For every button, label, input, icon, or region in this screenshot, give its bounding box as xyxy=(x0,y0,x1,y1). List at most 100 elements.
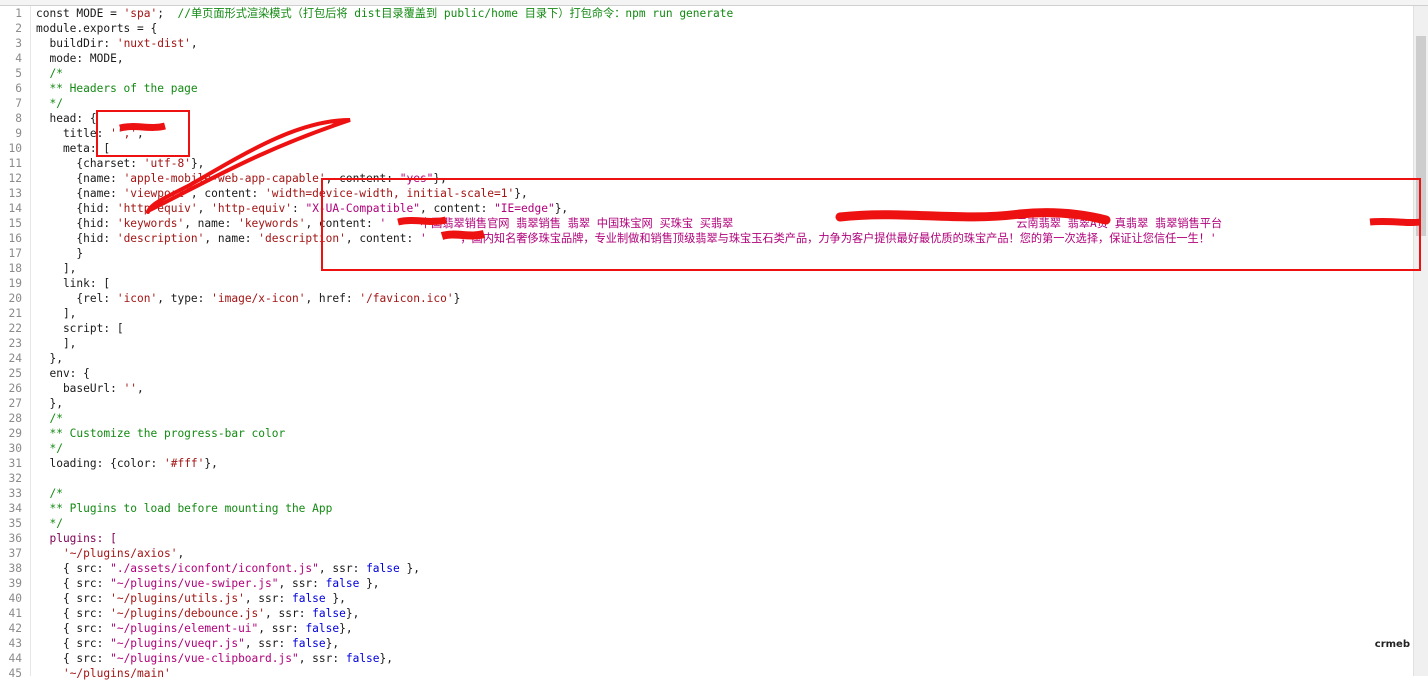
code-line[interactable]: 2 module.exports = { xyxy=(0,21,1428,36)
code-line[interactable]: 22 script: [ xyxy=(0,321,1428,336)
line-text: { src: "./assets/iconfont/iconfont.js", … xyxy=(36,561,420,576)
code-token: }, xyxy=(190,157,205,170)
code-token: link: [ xyxy=(36,277,111,290)
code-line[interactable]: 26 baseUrl: '', xyxy=(0,381,1428,396)
line-number: 27 xyxy=(8,397,22,410)
code-line[interactable]: 1 const MODE = 'spa'; //单页面形式渲染模式（打包后将 di… xyxy=(0,6,1428,21)
code-line[interactable]: 7 */ xyxy=(0,96,1428,111)
code-token: ], xyxy=(36,337,77,350)
code-line[interactable]: 21 ], xyxy=(0,306,1428,321)
code-line[interactable]: 10 meta: [ xyxy=(0,141,1428,156)
line-number: 41 xyxy=(8,607,22,620)
code-token: false xyxy=(305,622,340,635)
code-line[interactable]: 44 { src: "~/plugins/vue-clipboard.js", … xyxy=(0,651,1428,666)
code-token: "~/plugins/vueqr.js" xyxy=(110,637,245,650)
line-number: 17 xyxy=(8,247,22,260)
code-token: }, xyxy=(36,352,63,365)
code-token: '' xyxy=(123,382,138,395)
line-number: 32 xyxy=(8,472,22,485)
code-line[interactable]: 24 }, xyxy=(0,351,1428,366)
code-line[interactable]: 6 ** Headers of the page xyxy=(0,81,1428,96)
code-token: "~/plugins/vue-swiper.js" xyxy=(110,577,279,590)
code-token: */ xyxy=(36,97,63,110)
code-token: '/favicon.ico' xyxy=(359,292,454,305)
annotation-box-meta xyxy=(321,178,1421,271)
code-line[interactable]: 40 { src: '~/plugins/utils.js', ssr: fal… xyxy=(0,591,1428,606)
code-editor[interactable]: 1 const MODE = 'spa'; //单页面形式渲染模式（打包后将 di… xyxy=(0,6,1428,681)
code-token: , type: xyxy=(157,292,212,305)
code-token: , xyxy=(197,202,212,215)
code-line[interactable]: 43 { src: "~/plugins/vueqr.js", ssr: fal… xyxy=(0,636,1428,651)
code-token: ], xyxy=(36,307,77,320)
line-text: }, xyxy=(36,396,63,411)
code-token: , ssr: xyxy=(244,592,292,605)
line-text: head: { xyxy=(36,111,96,126)
line-text: ], xyxy=(36,336,76,351)
code-token: //单页面形式渲染模式（打包后将 dist目录覆盖到 public/home 目… xyxy=(177,7,734,20)
code-token: plugins: [ xyxy=(36,532,117,545)
code-token: ; xyxy=(157,7,178,20)
code-token: /* xyxy=(36,487,63,500)
code-token: '~/plugins/utils.js' xyxy=(110,592,245,605)
code-token: { src: xyxy=(36,577,111,590)
code-line[interactable]: 8 head: { xyxy=(0,111,1428,126)
code-token: , ssr: xyxy=(244,637,292,650)
code-line[interactable]: 32 xyxy=(0,471,1428,486)
code-line[interactable]: 42 { src: "~/plugins/element-ui", ssr: f… xyxy=(0,621,1428,636)
code-line[interactable]: 25 env: { xyxy=(0,366,1428,381)
code-token: , ssr: xyxy=(318,562,367,575)
vertical-scrollbar[interactable] xyxy=(1413,6,1428,676)
code-token: '#fff' xyxy=(163,457,205,470)
code-token: , content: xyxy=(190,187,266,200)
code-token: }, xyxy=(359,577,380,590)
code-line[interactable]: 29 ** Customize the progress-bar color xyxy=(0,426,1428,441)
code-line[interactable]: 38 { src: "./assets/iconfont/iconfont.js… xyxy=(0,561,1428,576)
code-line[interactable]: 4 mode: MODE, xyxy=(0,51,1428,66)
code-token: false xyxy=(345,652,380,665)
line-text: loading: {color: '#fff'}, xyxy=(36,456,217,471)
code-token: {hid: xyxy=(36,202,117,215)
code-line[interactable]: 45 '~/plugins/main' xyxy=(0,666,1428,681)
code-token: 'http-equiv' xyxy=(211,202,292,215)
line-number: 30 xyxy=(8,442,22,455)
code-line[interactable]: 11 {charset: 'utf-8'}, xyxy=(0,156,1428,171)
code-line[interactable]: 41 { src: '~/plugins/debounce.js', ssr: … xyxy=(0,606,1428,621)
code-line[interactable]: 34 ** Plugins to load before mounting th… xyxy=(0,501,1428,516)
code-token: { src: xyxy=(36,592,111,605)
line-text: /* xyxy=(36,411,62,426)
code-line[interactable]: 5 /* xyxy=(0,66,1428,81)
line-text: ** Plugins to load before mounting the A… xyxy=(36,501,332,516)
code-line[interactable]: 33 /* xyxy=(0,486,1428,501)
line-text: }, xyxy=(36,351,63,366)
code-line[interactable]: 23 ], xyxy=(0,336,1428,351)
annotation-box-title xyxy=(96,110,190,157)
code-line[interactable]: 36 plugins: [ xyxy=(0,531,1428,546)
code-line[interactable]: 39 { src: "~/plugins/vue-swiper.js", ssr… xyxy=(0,576,1428,591)
code-token: }, xyxy=(36,397,63,410)
code-token: script: [ xyxy=(36,322,124,335)
code-line[interactable]: 31 loading: {color: '#fff'}, xyxy=(0,456,1428,471)
code-line[interactable]: 9 title: '',', xyxy=(0,126,1428,141)
line-number: 14 xyxy=(8,202,22,215)
code-token: ** Plugins to load before mounting the A… xyxy=(36,502,333,515)
line-text: ], xyxy=(36,306,76,321)
code-line[interactable]: 30 */ xyxy=(0,441,1428,456)
line-number: 13 xyxy=(8,187,22,200)
code-line[interactable]: 19 link: [ xyxy=(0,276,1428,291)
code-line[interactable]: 20 {rel: 'icon', type: 'image/x-icon', h… xyxy=(0,291,1428,306)
code-line[interactable]: 37 '~/plugins/axios', xyxy=(0,546,1428,561)
code-token: const MODE = xyxy=(36,7,124,20)
code-token: { src: xyxy=(36,622,111,635)
code-line[interactable]: 3 buildDir: 'nuxt-dist', xyxy=(0,36,1428,51)
code-token: { src: xyxy=(36,562,111,575)
code-token: */ xyxy=(36,517,63,530)
line-number: 38 xyxy=(8,562,22,575)
line-number: 12 xyxy=(8,172,22,185)
code-token: }, xyxy=(379,652,394,665)
line-number: 5 xyxy=(15,67,22,80)
code-line[interactable]: 28 /* xyxy=(0,411,1428,426)
code-line[interactable]: 27 }, xyxy=(0,396,1428,411)
code-line[interactable]: 35 */ xyxy=(0,516,1428,531)
code-token: , xyxy=(137,382,144,395)
